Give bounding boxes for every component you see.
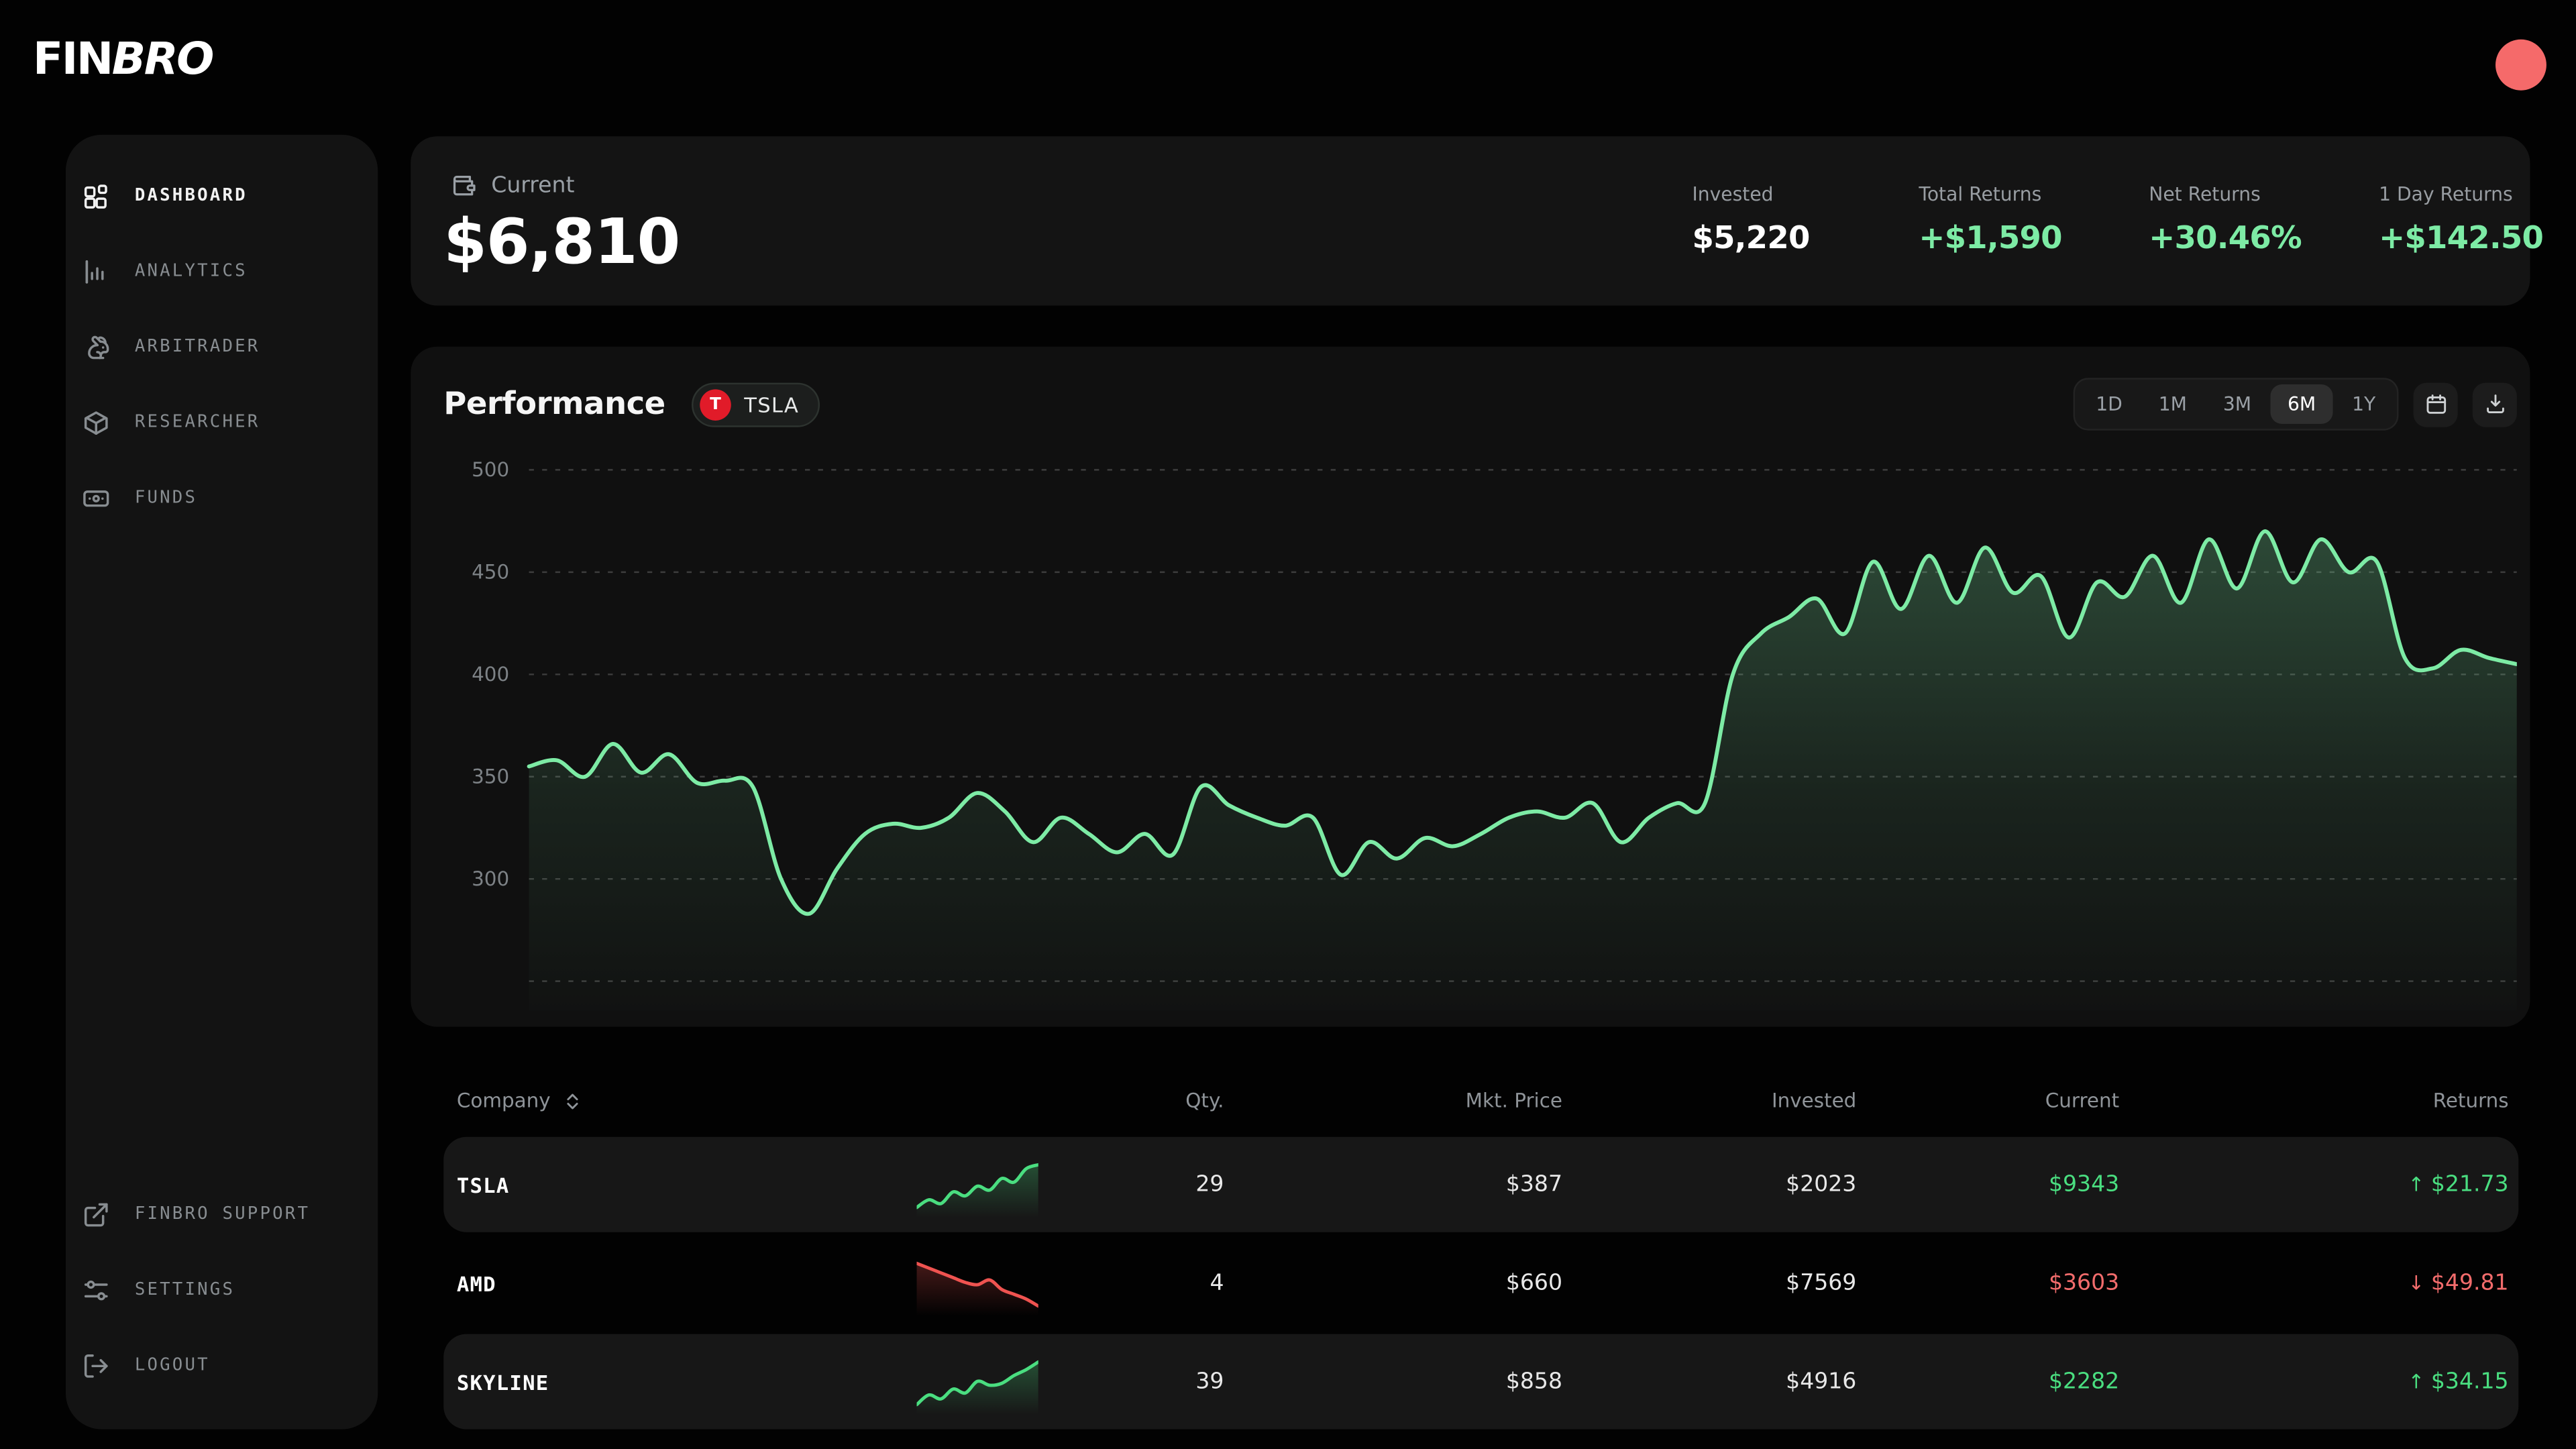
company-name: AMD [443, 1271, 887, 1295]
current-balance-value: $6,810 [443, 205, 680, 278]
svg-text:400: 400 [472, 663, 509, 686]
sidebar: DASHBOARD ANALYTICS ARBITRADER RESEARCHE… [66, 135, 378, 1430]
stat-net-returns: Net Returns +30.46% [2149, 182, 2395, 256]
sidebar-item-researcher[interactable]: RESEARCHER [66, 384, 378, 460]
table-row-amd[interactable]: AMD 4 $660 $7569 $3603 ↓$49.81 [443, 1236, 2518, 1331]
qty-cell: 39 [1068, 1368, 1224, 1395]
column-header-qty: Qty. [1068, 1089, 1224, 1112]
column-header-mkt-price: Mkt. Price [1224, 1089, 1562, 1112]
table-row-skyline[interactable]: SKYLINE 39 $858 $4916 $2282 ↑$34.15 [443, 1334, 2518, 1430]
finbro-logo[interactable]: FINBRO [33, 34, 213, 85]
sidebar-item-funds[interactable]: FUNDS [66, 460, 378, 536]
trend-down-arrow-icon: ↓ [2408, 1272, 2424, 1295]
current-cell: $2282 [1856, 1368, 2119, 1395]
logout-icon [82, 1351, 110, 1379]
sidebar-item-label: ANALYTICS [135, 261, 248, 280]
stat-invested: Invested $5,220 [1692, 182, 1938, 256]
svg-text:300: 300 [472, 867, 509, 890]
download-button[interactable] [2473, 382, 2517, 426]
sidebar-item-label: FUNDS [135, 488, 197, 507]
download-icon [2483, 392, 2506, 415]
current-cell: $9343 [1856, 1171, 2119, 1197]
cube-icon [82, 409, 110, 437]
mkt-price-cell: $858 [1224, 1368, 1562, 1395]
sparkline-amd [887, 1250, 1067, 1316]
sliders-icon [82, 1276, 110, 1304]
returns-cell: ↑$21.73 [2119, 1171, 2508, 1197]
sidebar-main-nav: DASHBOARD ANALYTICS ARBITRADER RESEARCHE… [66, 158, 378, 535]
performance-chart-card: Performance T TSLA 1D 1M 3M 6M 1Y [411, 347, 2530, 1027]
range-button-1y[interactable]: 1Y [2336, 384, 2392, 424]
finbro-dashboard: FINBRO DASHBOARD ANALYTICS ARBITRA [0, 0, 2576, 1449]
banknote-icon [82, 484, 110, 512]
sidebar-item-dashboard[interactable]: DASHBOARD [66, 158, 378, 233]
qty-cell: 29 [1068, 1171, 1224, 1197]
tsla-logo-icon: T [700, 388, 731, 420]
chart-header: Performance T TSLA 1D 1M 3M 6M 1Y [411, 347, 2530, 439]
sidebar-item-analytics[interactable]: ANALYTICS [66, 233, 378, 309]
range-button-3m[interactable]: 3M [2206, 384, 2267, 424]
sort-icon [562, 1090, 584, 1112]
holdings-table-header: Company Qty. Mkt. Price Invested Current… [443, 1068, 2518, 1134]
sidebar-item-arbitrader[interactable]: ARBITRADER [66, 309, 378, 384]
invested-cell: $7569 [1562, 1270, 1856, 1296]
svg-text:350: 350 [472, 765, 509, 788]
sidebar-item-label: SETTINGS [135, 1280, 235, 1299]
sidebar-item-logout[interactable]: LOGOUT [66, 1328, 378, 1403]
stat-total-returns: Total Returns +$1,590 [1919, 182, 2165, 256]
range-button-1d[interactable]: 1D [2080, 384, 2139, 424]
performance-area-chart: 500 450 400 350 300 [443, 435, 2517, 1010]
sidebar-item-settings[interactable]: SETTINGS [66, 1252, 378, 1328]
rabbit-icon [82, 333, 110, 361]
column-header-company-sort[interactable]: Company [443, 1089, 887, 1112]
company-name: SKYLINE [443, 1369, 887, 1394]
column-header-current: Current [1856, 1089, 2119, 1112]
chart-controls: 1D 1M 3M 6M 1Y [2073, 378, 2517, 430]
table-row-tsla[interactable]: TSLA 29 $387 $2023 $9343 ↑$21.73 [443, 1137, 2518, 1232]
wallet-icon [450, 172, 476, 199]
portfolio-summary-card: Current $6,810 Invested $5,220 Total Ret… [411, 136, 2530, 305]
sidebar-item-label: LOGOUT [135, 1355, 210, 1375]
bar-chart-icon [82, 257, 110, 285]
column-header-invested: Invested [1562, 1089, 1856, 1112]
sidebar-item-label: FINBRO SUPPORT [135, 1204, 310, 1224]
svg-text:500: 500 [472, 458, 509, 481]
column-header-returns: Returns [2119, 1089, 2508, 1112]
current-balance-label: Current [450, 172, 574, 199]
current-cell: $3603 [1856, 1270, 2119, 1296]
svg-text:450: 450 [472, 561, 509, 584]
sidebar-footer-nav: FINBRO SUPPORT SETTINGS LOGOUT [66, 1176, 378, 1403]
qty-cell: 4 [1068, 1270, 1224, 1296]
chart-title: Performance [443, 386, 665, 423]
user-avatar[interactable] [2496, 40, 2546, 91]
top-bar: FINBRO [0, 0, 2576, 131]
sparkline-tsla [887, 1152, 1067, 1218]
calendar-button[interactable] [2414, 382, 2458, 426]
external-link-icon [82, 1200, 110, 1228]
sidebar-item-label: RESEARCHER [135, 413, 260, 432]
trend-up-arrow-icon: ↑ [2408, 1370, 2424, 1393]
sidebar-item-finbro-support[interactable]: FINBRO SUPPORT [66, 1176, 378, 1252]
range-selector: 1D 1M 3M 6M 1Y [2073, 378, 2399, 430]
invested-cell: $2023 [1562, 1171, 1856, 1197]
stat-1-day-returns: 1 Day Returns +$142.50 [2379, 182, 2576, 256]
range-button-1m[interactable]: 1M [2142, 384, 2203, 424]
ticker-badge-tsla[interactable]: T TSLA [692, 382, 820, 426]
range-button-6m[interactable]: 6M [2271, 384, 2332, 424]
company-name: TSLA [443, 1172, 887, 1197]
mkt-price-cell: $660 [1224, 1270, 1562, 1296]
sidebar-item-label: DASHBOARD [135, 186, 248, 205]
calendar-icon [2424, 392, 2447, 415]
sparkline-skyline [887, 1349, 1067, 1415]
dashboard-grid-icon [82, 182, 110, 210]
invested-cell: $4916 [1562, 1368, 1856, 1395]
mkt-price-cell: $387 [1224, 1171, 1562, 1197]
trend-up-arrow-icon: ↑ [2408, 1173, 2424, 1196]
returns-cell: ↑$34.15 [2119, 1368, 2508, 1395]
sidebar-item-label: ARBITRADER [135, 337, 260, 356]
returns-cell: ↓$49.81 [2119, 1270, 2508, 1296]
